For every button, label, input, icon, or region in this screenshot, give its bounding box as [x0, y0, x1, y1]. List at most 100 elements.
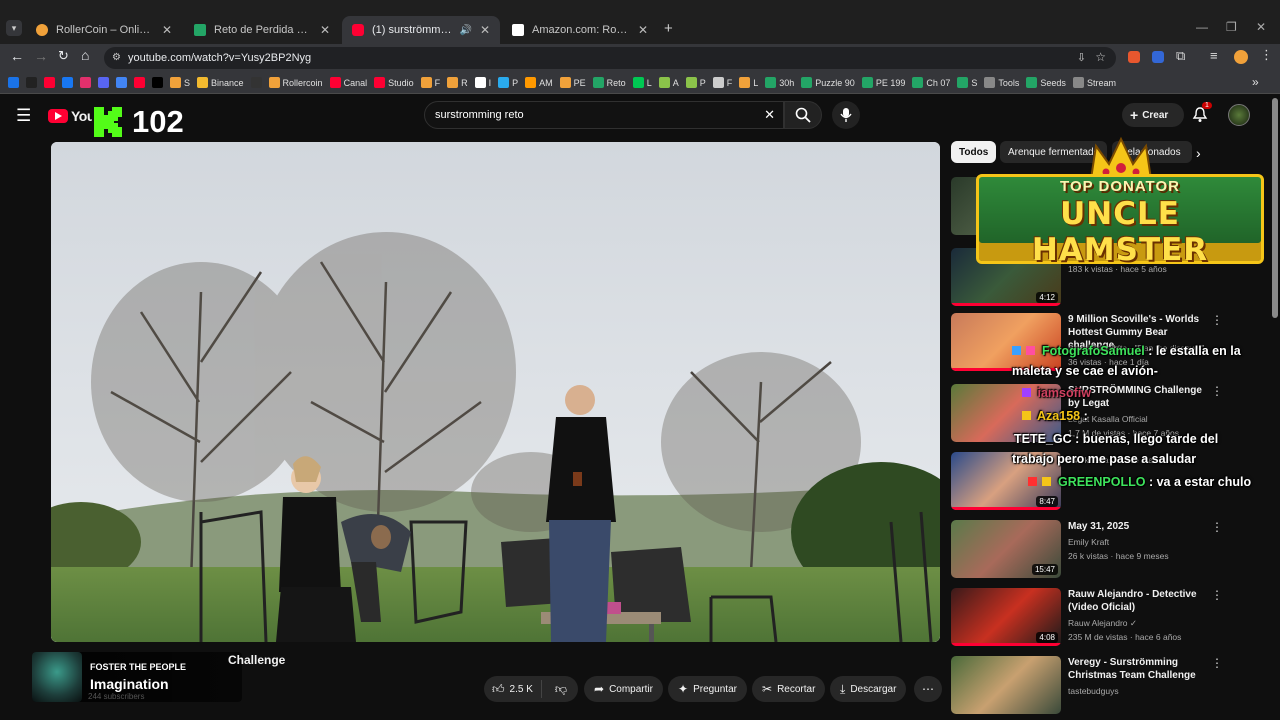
download-button[interactable]: ⤓ Descargar — [830, 676, 907, 702]
search-input[interactable]: surstromming reto ✕ — [424, 101, 784, 129]
video-thumbnail[interactable] — [951, 656, 1061, 714]
tab-youtube-active[interactable]: (1) surströmming smelly fish 🔊 ✕ — [342, 16, 500, 44]
voice-search-button[interactable] — [832, 101, 860, 129]
bookmark-item[interactable]: Tools — [984, 77, 1019, 88]
tab-rollercoin[interactable]: RollerCoin – Online Bitcoin Mining ✕ — [26, 16, 182, 44]
bookmark-item[interactable] — [26, 77, 37, 88]
profile-avatar[interactable] — [1234, 50, 1248, 64]
new-tab-button[interactable]: + — [664, 20, 673, 37]
kick-viewer-counter: 102 — [92, 104, 188, 140]
bookmark-item[interactable]: Studio — [374, 77, 414, 88]
more-vertical-icon[interactable]: ⋮ — [1211, 384, 1223, 398]
recommended-video[interactable]: 4:08 Rauw Alejandro - Detective (Video Of… — [951, 588, 1266, 650]
clip-button[interactable]: ✂ Recortar — [752, 676, 826, 702]
site-info-icon[interactable]: ⚙ — [112, 52, 121, 63]
bookmark-item[interactable] — [134, 77, 145, 88]
media-control-icon[interactable]: ≡ — [1210, 48, 1218, 63]
channel-name[interactable]: Emily Kraft — [1068, 537, 1109, 547]
bookmark-item[interactable] — [62, 77, 73, 88]
bookmark-item[interactable] — [116, 77, 127, 88]
create-button[interactable]: + Crear — [1122, 103, 1184, 127]
search-button[interactable] — [784, 101, 822, 129]
notifications-button[interactable]: 1 — [1192, 102, 1212, 128]
reload-icon[interactable]: ↻ — [58, 48, 69, 64]
bookmark-item[interactable] — [250, 77, 262, 88]
page-scrollbar[interactable] — [1272, 98, 1278, 318]
bookmark-item[interactable]: L — [739, 77, 758, 88]
window-close-button[interactable]: ✕ — [1256, 20, 1266, 34]
back-icon[interactable]: ← — [10, 48, 24, 64]
bookmark-item[interactable]: Ch 07 — [912, 77, 950, 88]
bookmark-item[interactable]: PE 199 — [861, 77, 905, 88]
tab-reto-peso[interactable]: Reto de Perdida de Peso - El Mejor ✕ — [184, 16, 340, 44]
more-bookmarks-icon[interactable]: » — [1252, 75, 1259, 89]
bookmark-item[interactable] — [8, 77, 19, 88]
bookmark-item[interactable]: S — [170, 77, 190, 88]
recommended-video[interactable]: 15:47 May 31, 2025 ⋮ Emily Kraft 26 k vistas… — [951, 520, 1266, 582]
bookmark-item[interactable]: A — [658, 77, 679, 88]
close-icon[interactable]: ✕ — [162, 23, 172, 37]
share-button[interactable]: ➦ Compartir — [584, 676, 663, 702]
bookmark-item[interactable] — [152, 77, 163, 88]
url-field[interactable]: ⚙ youtube.com/watch?v=Yusy2BP2Nyg ⇩ ☆ — [104, 47, 1116, 69]
browser-menu-icon[interactable]: ⋮ — [1260, 47, 1273, 63]
bookmark-item[interactable]: Canal — [329, 77, 367, 88]
home-icon[interactable]: ⌂ — [81, 47, 89, 63]
account-avatar[interactable] — [1228, 104, 1250, 126]
channel-name[interactable]: Rauw Alejandro ✓ — [1068, 618, 1137, 629]
like-button[interactable]: 👍︎ 2.5 K — [484, 680, 542, 698]
video-thumbnail[interactable]: 4:08 — [951, 588, 1061, 646]
close-icon[interactable]: ✕ — [480, 23, 490, 37]
more-vertical-icon[interactable]: ⋮ — [1211, 520, 1223, 534]
more-actions-button[interactable]: ⋯ — [914, 676, 942, 702]
bookmark-item[interactable]: PE — [559, 77, 586, 88]
recommended-title[interactable]: Rauw Alejandro - Detective (Video Oficia… — [1068, 588, 1208, 614]
maximize-button[interactable]: ❐ — [1226, 20, 1237, 34]
bookmark-item[interactable]: F — [712, 77, 732, 88]
forward-icon[interactable]: → — [34, 48, 48, 64]
install-app-icon[interactable]: ⇩ — [1077, 51, 1086, 64]
bookmark-item[interactable] — [44, 77, 55, 88]
extension-icon[interactable] — [1128, 51, 1140, 63]
bookmark-item[interactable]: AM — [525, 77, 553, 88]
tab-search-button[interactable]: ▾ — [6, 20, 22, 36]
close-icon[interactable]: ✕ — [320, 23, 330, 37]
bookmark-item[interactable]: Rollercoin — [268, 77, 323, 88]
clear-search-icon[interactable]: ✕ — [764, 107, 775, 123]
bookmark-item[interactable]: Seeds — [1026, 77, 1066, 88]
bookmark-item[interactable]: S — [957, 77, 977, 88]
bookmark-item[interactable]: F — [420, 77, 440, 88]
channel-name[interactable]: tastebudguys — [1068, 686, 1119, 696]
bookmark-item[interactable]: P — [685, 77, 706, 88]
extension-icon[interactable] — [1152, 51, 1164, 63]
bookmark-item[interactable]: Binance — [197, 77, 244, 88]
speaker-icon[interactable]: 🔊 — [459, 25, 471, 36]
more-vertical-icon[interactable]: ⋮ — [1211, 588, 1223, 602]
bookmark-item[interactable] — [80, 77, 91, 88]
bookmark-item[interactable]: 30h — [765, 77, 794, 88]
bookmark-item[interactable]: P — [498, 77, 518, 88]
video-thumbnail[interactable] — [951, 313, 1061, 371]
recommended-title[interactable]: May 31, 2025 — [1068, 520, 1208, 533]
bookmark-item[interactable]: Reto — [592, 77, 626, 88]
bookmark-item[interactable]: Stream — [1072, 77, 1116, 88]
bookmark-item[interactable]: Puzzle 90 — [801, 77, 855, 88]
more-vertical-icon[interactable]: ⋮ — [1211, 656, 1223, 670]
bookmark-star-icon[interactable]: ☆ — [1095, 50, 1106, 64]
dislike-button[interactable]: 👎︎ — [547, 682, 575, 697]
tab-amazon[interactable]: Amazon.com: Roda Ulven Surströmming ✕ — [502, 16, 658, 44]
bookmark-item[interactable]: R — [447, 77, 468, 88]
bookmark-item[interactable] — [98, 77, 109, 88]
ask-button[interactable]: ✦ Preguntar — [668, 676, 747, 702]
recommended-title[interactable]: Veregy - Surströmming Christmas Team Cha… — [1068, 656, 1208, 682]
video-thumbnail[interactable]: 15:47 — [951, 520, 1061, 578]
close-icon[interactable]: ✕ — [638, 23, 648, 37]
recommended-video[interactable]: Veregy - Surströmming Christmas Team Cha… — [951, 656, 1266, 718]
more-vertical-icon[interactable]: ⋮ — [1211, 313, 1223, 327]
bookmark-item[interactable]: L — [632, 77, 652, 88]
extensions-puzzle-icon[interactable]: ⧉ — [1176, 48, 1185, 64]
video-player[interactable] — [51, 142, 940, 642]
hamburger-menu-icon[interactable]: ☰ — [16, 106, 31, 126]
bookmark-item[interactable]: I — [474, 77, 491, 88]
minimize-button[interactable]: — — [1196, 20, 1208, 34]
